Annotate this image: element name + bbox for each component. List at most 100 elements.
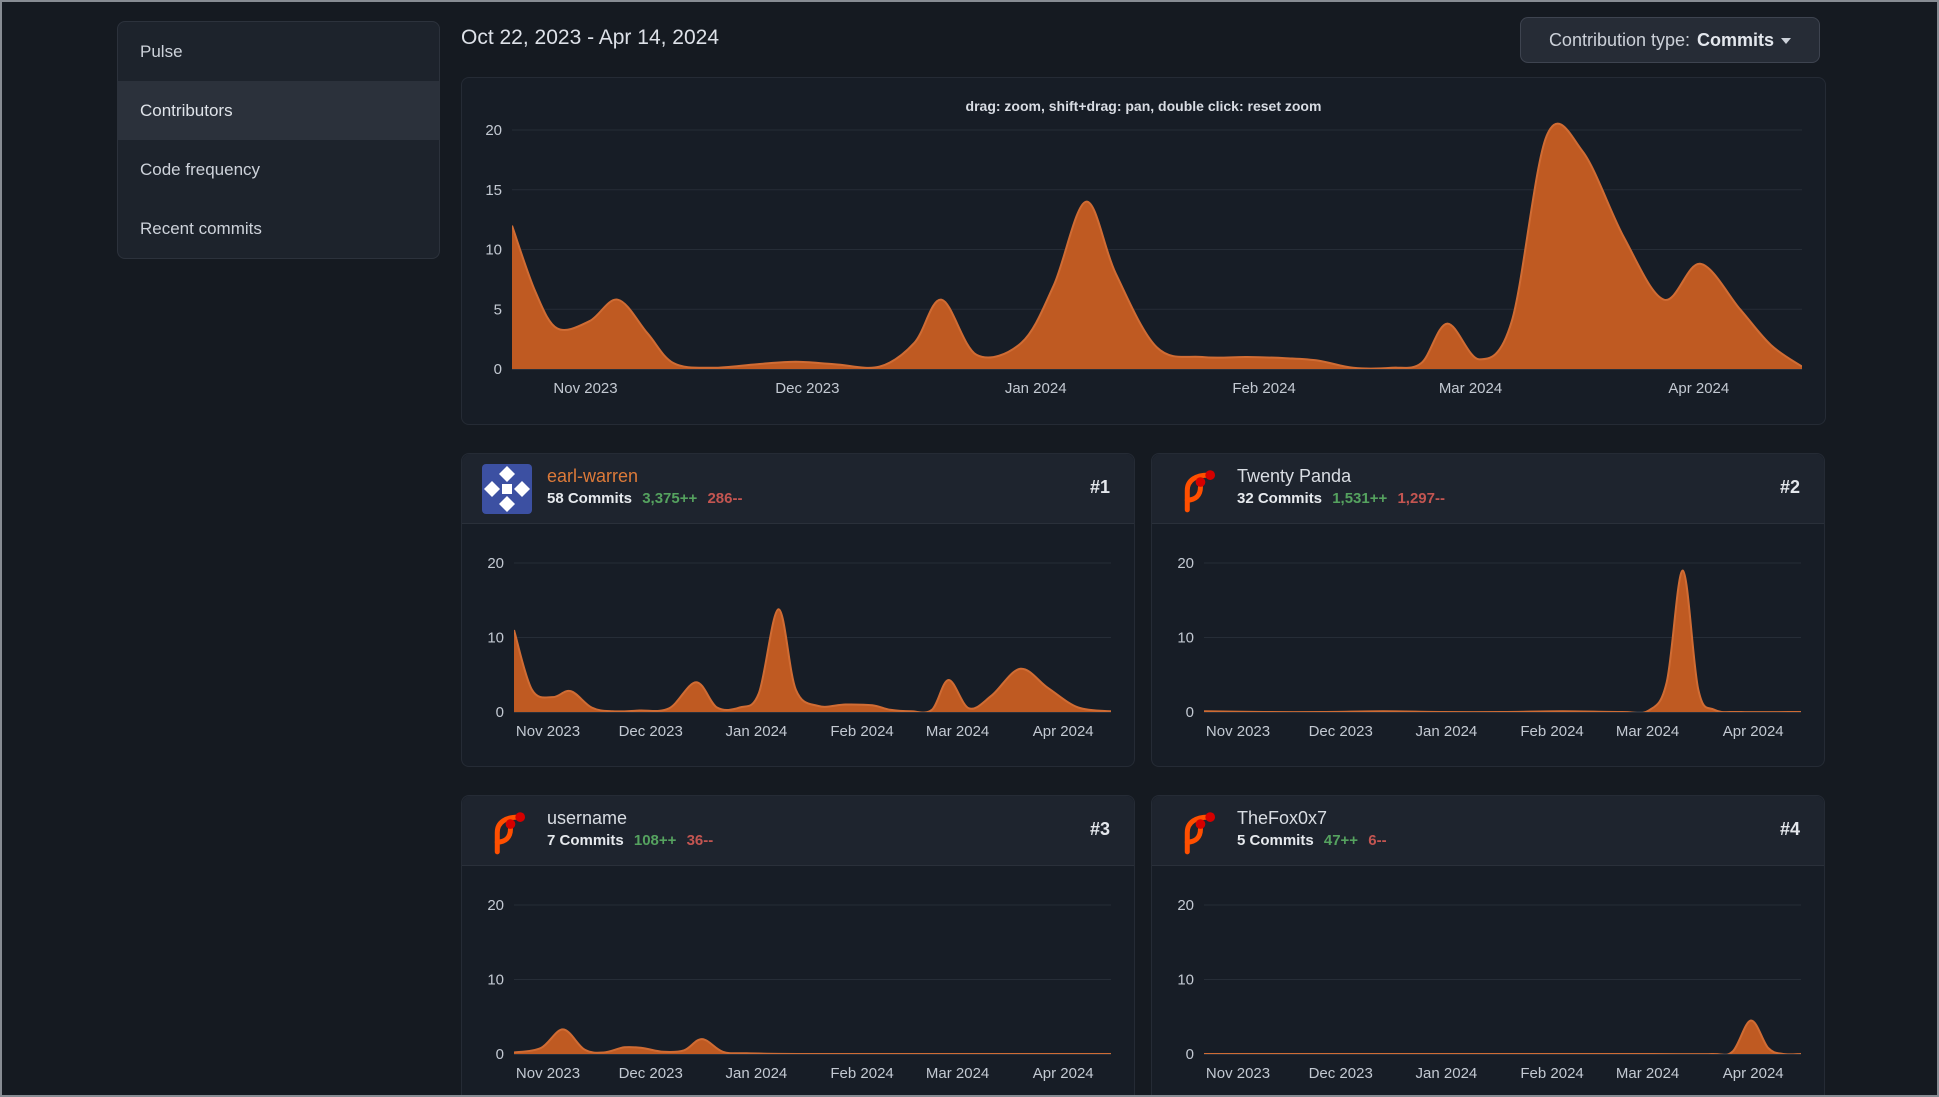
svg-text:Nov 2023: Nov 2023 — [516, 723, 580, 740]
additions-count: 1,531++ — [1332, 490, 1388, 507]
contributor-card-header: TheFox0x7 5 Commits 47++ 6-- #4 — [1152, 796, 1824, 866]
contributor-card: earl-warren 58 Commits 3,375++ 286-- #1 … — [461, 453, 1135, 767]
svg-text:Dec 2023: Dec 2023 — [1309, 1065, 1373, 1082]
commits-overview-card: drag: zoom, shift+drag: pan, double clic… — [461, 77, 1826, 425]
additions-count: 47++ — [1323, 832, 1359, 849]
avatar[interactable] — [482, 464, 532, 514]
contributor-card-header: username 7 Commits 108++ 36-- #3 — [462, 796, 1134, 866]
svg-text:10: 10 — [487, 630, 504, 647]
svg-text:Jan 2024: Jan 2024 — [1005, 380, 1067, 397]
svg-text:Nov 2023: Nov 2023 — [516, 1065, 580, 1082]
svg-text:Apr 2024: Apr 2024 — [1668, 380, 1729, 397]
contributor-name-link[interactable]: earl-warren — [547, 465, 742, 487]
svg-text:Apr 2024: Apr 2024 — [1723, 723, 1784, 740]
contributor-stats: 5 Commits 47++ 6-- — [1237, 831, 1387, 850]
contributor-name-link[interactable]: username — [547, 807, 713, 829]
contributor-commits-chart[interactable]: 0 10 20 Nov 2023 Dec 2023 Jan 2024 Feb 2024 Mar… — [1152, 524, 1826, 769]
svg-text:Dec 2023: Dec 2023 — [619, 1065, 683, 1082]
contributor-card: Twenty Panda 32 Commits 1,531++ 1,297-- … — [1151, 453, 1825, 767]
svg-text:Apr 2024: Apr 2024 — [1723, 1065, 1784, 1082]
svg-text:Apr 2024: Apr 2024 — [1033, 723, 1094, 740]
contributor-card: TheFox0x7 5 Commits 47++ 6-- #4 0 10 20 Nov… — [1151, 795, 1826, 1097]
commit-count: 32 Commits — [1237, 490, 1323, 507]
svg-text:Jan 2024: Jan 2024 — [1416, 723, 1478, 740]
commit-count: 7 Commits — [547, 832, 624, 849]
contribution-type-label: Contribution type: — [1548, 29, 1691, 50]
svg-text:0: 0 — [496, 1046, 504, 1063]
svg-text:20: 20 — [1177, 555, 1194, 572]
avatar[interactable] — [1172, 464, 1222, 514]
sidebar-item-contributors[interactable]: Contributors — [118, 81, 439, 140]
svg-text:Jan 2024: Jan 2024 — [726, 723, 788, 740]
svg-text:Feb 2024: Feb 2024 — [1520, 1065, 1583, 1082]
svg-text:15: 15 — [485, 182, 502, 199]
svg-text:Mar 2024: Mar 2024 — [1616, 723, 1679, 740]
commit-count: 5 Commits — [1237, 832, 1314, 849]
svg-text:Dec 2023: Dec 2023 — [619, 723, 683, 740]
contributor-commits-chart[interactable]: 0 10 20 Nov 2023 Dec 2023 Jan 2024 Feb 2024 Mar… — [462, 524, 1136, 769]
contributor-stats: 32 Commits 1,531++ 1,297-- — [1237, 489, 1445, 508]
svg-text:5: 5 — [494, 301, 502, 318]
deletions-count: 286-- — [707, 490, 743, 507]
svg-text:20: 20 — [1177, 897, 1194, 914]
svg-text:20: 20 — [485, 122, 502, 139]
svg-text:0: 0 — [1186, 1046, 1194, 1063]
deletions-count: 6-- — [1368, 832, 1387, 849]
contributor-stats: 58 Commits 3,375++ 286-- — [547, 489, 742, 508]
svg-text:Nov 2023: Nov 2023 — [1206, 1065, 1270, 1082]
svg-text:Jan 2024: Jan 2024 — [1416, 1065, 1478, 1082]
svg-text:10: 10 — [487, 972, 504, 989]
svg-text:10: 10 — [1177, 630, 1194, 647]
contributor-card-header: earl-warren 58 Commits 3,375++ 286-- #1 — [462, 454, 1134, 524]
svg-text:Dec 2023: Dec 2023 — [775, 380, 839, 397]
svg-text:20: 20 — [487, 897, 504, 914]
deletions-count: 1,297-- — [1397, 490, 1445, 507]
rank-badge: #1 — [1089, 477, 1110, 497]
svg-text:Nov 2023: Nov 2023 — [1206, 723, 1270, 740]
contributor-commits-chart[interactable]: 0 10 20 Nov 2023 Dec 2023 Jan 2024 Feb 2024 Mar… — [462, 866, 1136, 1097]
svg-text:0: 0 — [496, 704, 504, 721]
svg-text:0: 0 — [1186, 704, 1194, 721]
date-range-title: Oct 22, 2023 - Apr 14, 2024 — [461, 26, 720, 49]
svg-text:Jan 2024: Jan 2024 — [726, 1065, 788, 1082]
contributor-card: username 7 Commits 108++ 36-- #3 0 10 20 No… — [461, 795, 1136, 1097]
svg-text:Mar 2024: Mar 2024 — [926, 1065, 989, 1082]
svg-text:Feb 2024: Feb 2024 — [830, 1065, 893, 1082]
commits-over-time-chart[interactable]: 0 5 10 15 20 Nov 2023 Dec 2023 Jan 2024 Feb 2024… — [462, 78, 1827, 426]
contribution-type-dropdown[interactable]: Contribution type: Commits — [1520, 17, 1820, 63]
svg-text:Feb 2024: Feb 2024 — [830, 723, 893, 740]
chevron-down-icon — [1781, 38, 1792, 44]
svg-text:10: 10 — [485, 242, 502, 259]
rank-badge: #2 — [1779, 477, 1800, 497]
svg-text:10: 10 — [1177, 972, 1194, 989]
activity-sidebar: Pulse Contributors Code frequency Recent… — [117, 21, 440, 259]
chart-zoom-hint: drag: zoom, shift+drag: pan, double clic… — [965, 98, 1322, 114]
additions-count: 3,375++ — [642, 490, 698, 507]
commit-count: 58 Commits — [547, 490, 633, 507]
rank-badge: #4 — [1779, 819, 1800, 839]
contribution-type-value: Commits — [1697, 29, 1775, 50]
activity-contributors-page: Pulse Contributors Code frequency Recent… — [0, 0, 1939, 1097]
contributor-name-link[interactable]: Twenty Panda — [1237, 465, 1445, 487]
additions-count: 108++ — [633, 832, 677, 849]
svg-text:Mar 2024: Mar 2024 — [1616, 1065, 1679, 1082]
sidebar-item-code-frequency[interactable]: Code frequency — [118, 140, 439, 199]
svg-text:Feb 2024: Feb 2024 — [1520, 723, 1583, 740]
contributor-commits-chart[interactable]: 0 10 20 Nov 2023 Dec 2023 Jan 2024 Feb 2024 Mar… — [1152, 866, 1826, 1097]
svg-text:Mar 2024: Mar 2024 — [1439, 380, 1502, 397]
svg-text:Dec 2023: Dec 2023 — [1309, 723, 1373, 740]
avatar[interactable] — [1172, 806, 1222, 856]
svg-text:Apr 2024: Apr 2024 — [1033, 1065, 1094, 1082]
svg-text:20: 20 — [487, 555, 504, 572]
svg-text:Feb 2024: Feb 2024 — [1232, 380, 1295, 397]
svg-text:0: 0 — [494, 361, 502, 378]
contributor-card-header: Twenty Panda 32 Commits 1,531++ 1,297-- … — [1152, 454, 1824, 524]
sidebar-item-recent-commits[interactable]: Recent commits — [118, 199, 439, 258]
contributor-name-link[interactable]: TheFox0x7 — [1237, 807, 1387, 829]
sidebar-item-pulse[interactable]: Pulse — [118, 22, 439, 81]
contributor-stats: 7 Commits 108++ 36-- — [547, 831, 713, 850]
svg-text:Mar 2024: Mar 2024 — [926, 723, 989, 740]
svg-text:Nov 2023: Nov 2023 — [553, 380, 617, 397]
avatar[interactable] — [482, 806, 532, 856]
deletions-count: 36-- — [686, 832, 714, 849]
